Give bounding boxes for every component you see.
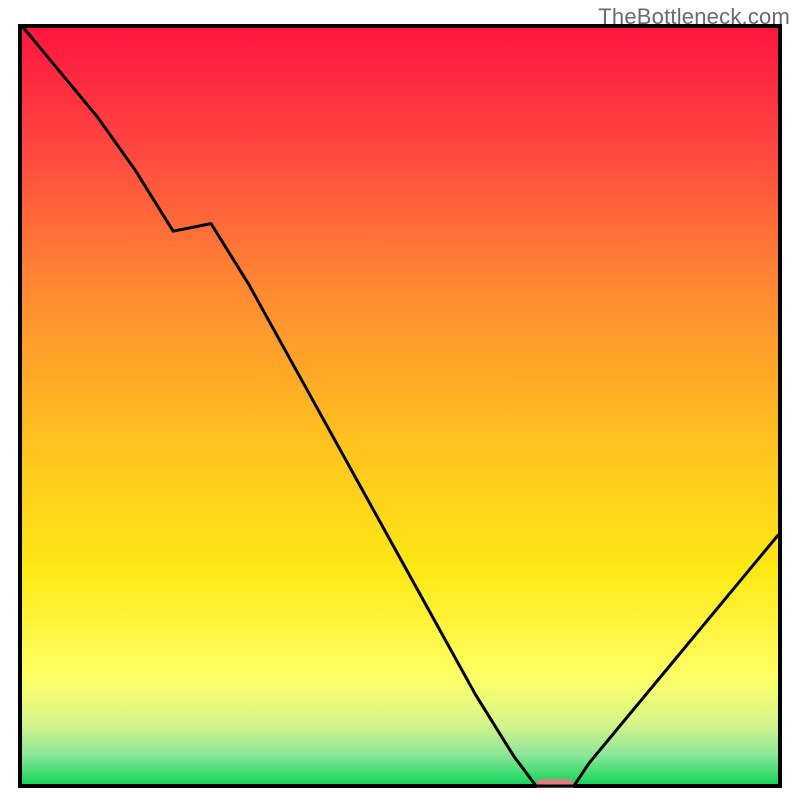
chart-svg	[18, 24, 782, 788]
bottleneck-chart: TheBottleneck.com	[0, 0, 800, 800]
